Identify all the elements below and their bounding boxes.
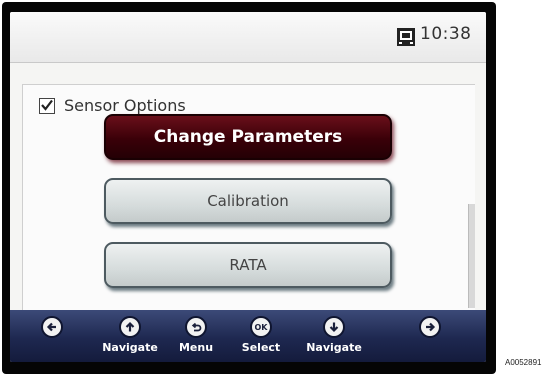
nav-left-button[interactable] — [40, 310, 64, 362]
figure-code: A0052891 — [505, 358, 542, 367]
calibration-button[interactable]: Calibration — [104, 178, 392, 224]
navigation-bar: Navigate Menu OK Select Navigate — [10, 310, 486, 362]
checkmark-icon — [41, 99, 53, 111]
rata-label: RATA — [229, 256, 267, 274]
ok-icon: OK — [250, 316, 272, 338]
dialog-edge — [468, 204, 475, 308]
device-screen: 10:38 Sensor Options Change Parameters C… — [10, 12, 486, 362]
device-status-icon — [396, 27, 416, 47]
nav-select-label: Select — [241, 341, 281, 354]
sensor-options-checkbox[interactable] — [39, 98, 55, 114]
nav-select-button[interactable]: OK Select — [236, 310, 286, 362]
nav-menu-label: Menu — [178, 341, 214, 354]
rata-button[interactable]: RATA — [104, 242, 392, 288]
left-arrow-icon — [41, 316, 63, 338]
right-arrow-icon — [419, 316, 441, 338]
nav-down-button[interactable]: Navigate — [306, 310, 362, 362]
change-parameters-button[interactable]: Change Parameters — [104, 114, 392, 160]
calibration-label: Calibration — [207, 192, 289, 210]
nav-menu-button[interactable]: Menu — [176, 310, 216, 362]
dialog-title: Sensor Options — [64, 96, 186, 115]
up-arrow-icon — [119, 316, 141, 338]
clock: 10:38 — [420, 24, 472, 44]
status-bar: 10:38 — [10, 12, 486, 63]
nav-right-button[interactable] — [418, 310, 442, 362]
back-icon — [185, 316, 207, 338]
nav-up-button[interactable]: Navigate — [102, 310, 158, 362]
change-parameters-label: Change Parameters — [153, 127, 343, 147]
down-arrow-icon — [323, 316, 345, 338]
nav-up-label: Navigate — [102, 341, 158, 354]
nav-down-label: Navigate — [306, 341, 362, 354]
